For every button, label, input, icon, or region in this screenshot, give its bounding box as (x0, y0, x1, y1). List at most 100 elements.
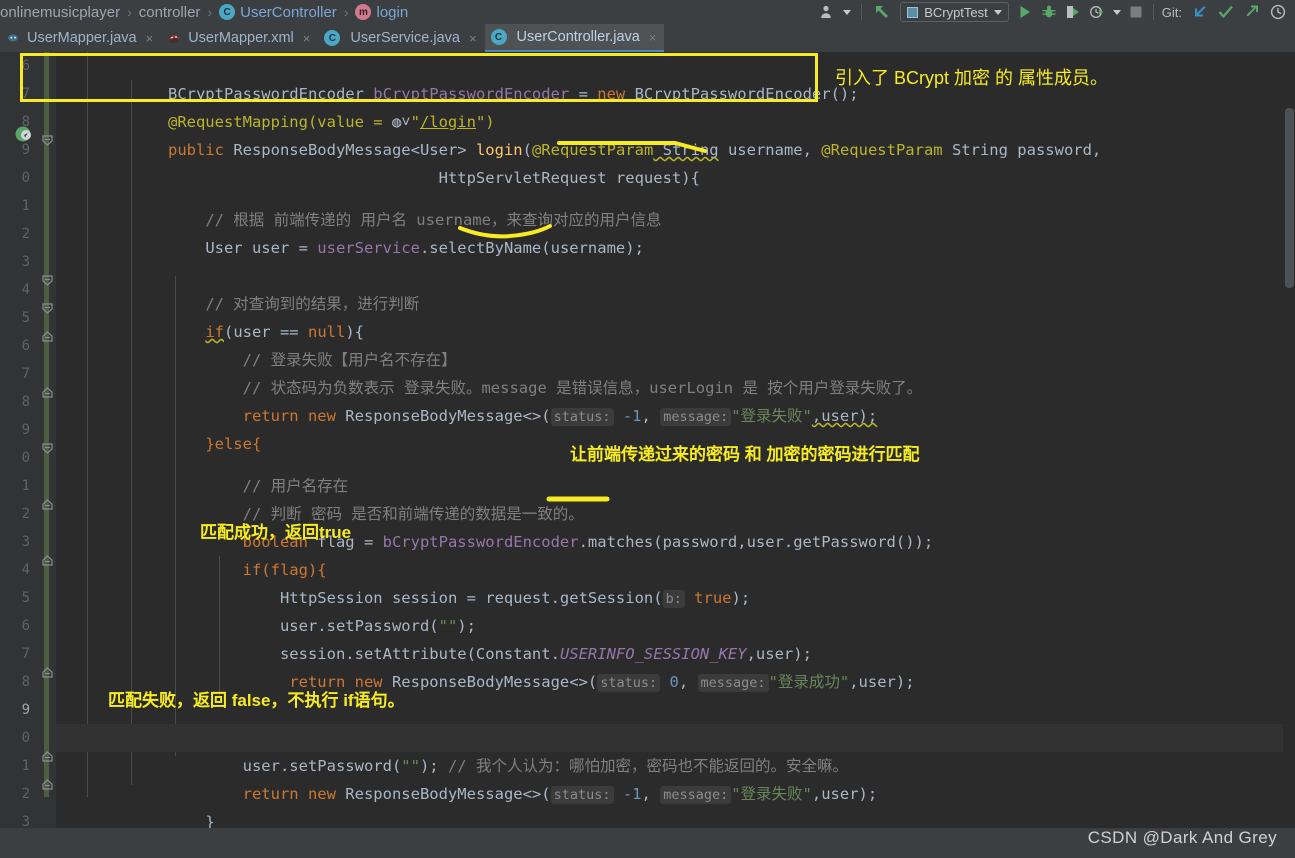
fold-expand-icon[interactable] (42, 383, 53, 398)
code-line-comment-4[interactable]: // 状态码为负数表示 登录失败。message 是错误信息，userLogin… (56, 346, 923, 397)
tok-arg-user: ,user); (849, 673, 915, 691)
vcs-change-strip (44, 52, 49, 797)
code-line-set-attribute[interactable]: session.setAttribute(Constant.USERINFO_S… (56, 612, 812, 663)
code-line-comment-1[interactable]: // 根据 前端传递的 用户名 username，来查询对应的用户信息 (56, 178, 661, 229)
param-hint-b: b: (662, 590, 685, 608)
param-hint-message: message: (660, 786, 732, 804)
git-update-arrow-icon[interactable] (1187, 0, 1213, 24)
tok-matches: .matches (578, 533, 654, 551)
breadcrumb-item-class[interactable]: UserController (240, 4, 337, 21)
tab-usercontroller-java[interactable]: C UserController.java × (484, 24, 665, 52)
code-line-request-mapping[interactable]: @RequestMapping(value = ◍˅"/login") (56, 80, 495, 131)
tok-rbm: ResponseBodyMessage<>( (335, 785, 551, 803)
profiler-clock-icon[interactable] (1085, 0, 1109, 24)
fold-expand-icon[interactable] (42, 747, 53, 762)
code-line-boolean-flag[interactable]: boolean flag = bCryptPasswordEncoder.mat… (56, 500, 934, 551)
code-line-comment-6[interactable]: // 判断 密码 是否和前端传递的数据是一致的。 (56, 472, 584, 523)
profile-chevron-down-icon[interactable] (839, 0, 855, 24)
tab-userservice-java[interactable]: C UserService.java × (318, 24, 484, 52)
run-with-coverage-icon[interactable] (1061, 0, 1085, 24)
line-number: 9 (21, 422, 30, 438)
breadcrumb-item-method[interactable]: login (376, 4, 408, 21)
run-play-icon[interactable] (1013, 0, 1037, 24)
fold-collapse-icon[interactable] (42, 299, 53, 314)
fold-expand-icon[interactable] (42, 775, 53, 790)
line-number: 2 (21, 786, 30, 802)
annotation-note-if-false: 匹配失败，返回 false，不执行 if语句。 (108, 691, 405, 710)
git-label: Git: (1161, 4, 1182, 20)
code-line-set-password-2[interactable]: user.setPassword(""); // 我个人认为：哪怕加密，密码也不… (56, 724, 1295, 775)
code-line-comment-2[interactable]: // 对查询到的结果，进行判断 (56, 262, 419, 313)
code-line-if-user-null[interactable]: if(user == null){ (56, 290, 364, 341)
tok-reqparam-2: @RequestParam (821, 141, 943, 159)
top-toolbar: onlinemusicplayer › controller › C UserC… (0, 0, 1295, 24)
code-line-method-signature[interactable]: public ResponseBodyMessage<User> login(@… (56, 108, 1101, 159)
line-number: 0 (21, 450, 30, 466)
close-icon[interactable]: × (146, 31, 154, 46)
profile-icon[interactable] (815, 0, 839, 24)
annotation-underline-username-param (557, 141, 707, 153)
code-line-return-success[interactable]: return new ResponseBodyMessage<>(status:… (56, 640, 915, 692)
tok-userservice: userService (317, 239, 420, 257)
breadcrumb-item-project[interactable]: onlinemusicplayer (0, 4, 120, 21)
fold-collapse-icon[interactable] (42, 131, 53, 146)
class-icon: C (324, 30, 341, 46)
tab-label: UserService.java (350, 30, 460, 46)
code-line-comment-5[interactable]: // 用户名存在 (56, 444, 349, 495)
line-number: 5 (21, 590, 30, 606)
close-icon[interactable]: × (303, 31, 311, 46)
line-number: 0 (21, 730, 30, 746)
debug-bug-icon[interactable] (1037, 0, 1061, 24)
line-number: 6 (21, 58, 30, 74)
tab-usermapper-xml[interactable]: UserMapper.xml × (161, 24, 318, 52)
toolbar-actions: BCryptTest Git: (815, 0, 1295, 24)
tok-status-value: -1 (613, 785, 642, 803)
fold-collapse-icon[interactable] (42, 271, 53, 286)
code-line-return-fail-2[interactable]: return new ResponseBodyMessage<>(status:… (56, 752, 877, 804)
code-line-http-session[interactable]: HttpSession session = request.getSession… (56, 556, 750, 608)
tok-message-fail: "登录失败" (731, 785, 812, 803)
tok-field-ctor: BCryptPasswordEncoder(); (625, 85, 859, 103)
line-number: 2 (21, 226, 30, 242)
fold-expand-icon[interactable] (42, 327, 53, 342)
tab-usermapper-java[interactable]: UserMapper.java × (0, 24, 161, 52)
code-line-set-password-1[interactable]: user.setPassword(""); (56, 584, 476, 635)
code-editor[interactable]: 6789012345678901234567890123 BCryptPassw… (0, 52, 1295, 858)
code-line-return-fail-1[interactable]: return new ResponseBodyMessage<>(status:… (56, 374, 877, 426)
line-number: 5 (21, 310, 30, 326)
close-icon[interactable]: × (649, 30, 657, 45)
git-commit-check-icon[interactable] (1213, 0, 1239, 24)
fold-collapse-icon[interactable] (42, 439, 53, 454)
run-config-label: BCryptTest (924, 4, 988, 20)
xml-file-icon (167, 30, 183, 46)
git-push-arrow-icon[interactable] (1239, 0, 1265, 24)
breadcrumb-item-package[interactable]: controller (139, 4, 201, 21)
scrollbar-thumb[interactable] (1285, 108, 1294, 288)
fold-expand-icon[interactable] (42, 551, 53, 566)
close-icon[interactable]: × (469, 31, 477, 46)
line-number: 7 (21, 86, 30, 102)
java-file-icon (6, 30, 22, 46)
stop-square-icon[interactable] (1125, 0, 1147, 24)
code-line-field-declaration[interactable]: BCryptPasswordEncoder bCryptPasswordEnco… (56, 52, 859, 103)
tok-return: return (242, 785, 299, 803)
line-number: 6 (21, 618, 30, 634)
fold-expand-icon[interactable] (42, 663, 53, 678)
line-number: 7 (21, 366, 30, 382)
arrow-up-left-icon[interactable] (868, 0, 896, 24)
profiler-chevron-down-icon[interactable] (1109, 0, 1125, 24)
code-line-comment-3[interactable]: // 登录失败【用户名不存在】 (56, 318, 457, 369)
fold-expand-icon[interactable] (42, 495, 53, 510)
run-configuration-selector[interactable]: BCryptTest (900, 2, 1009, 22)
code-line-close-brace-else[interactable]: } (56, 780, 214, 831)
line-number: 4 (21, 282, 30, 298)
editor-scrollbar[interactable] (1283, 104, 1295, 858)
code-line-else[interactable]: }else{ (56, 402, 261, 453)
line-number: 4 (21, 562, 30, 578)
tok-new: new (298, 785, 336, 803)
param-hint-status: status: (550, 786, 614, 804)
git-history-clock-icon[interactable] (1265, 0, 1291, 24)
method-icon: m (355, 4, 372, 20)
run-gutter-icon[interactable] (14, 124, 34, 144)
class-icon: C (490, 29, 507, 45)
